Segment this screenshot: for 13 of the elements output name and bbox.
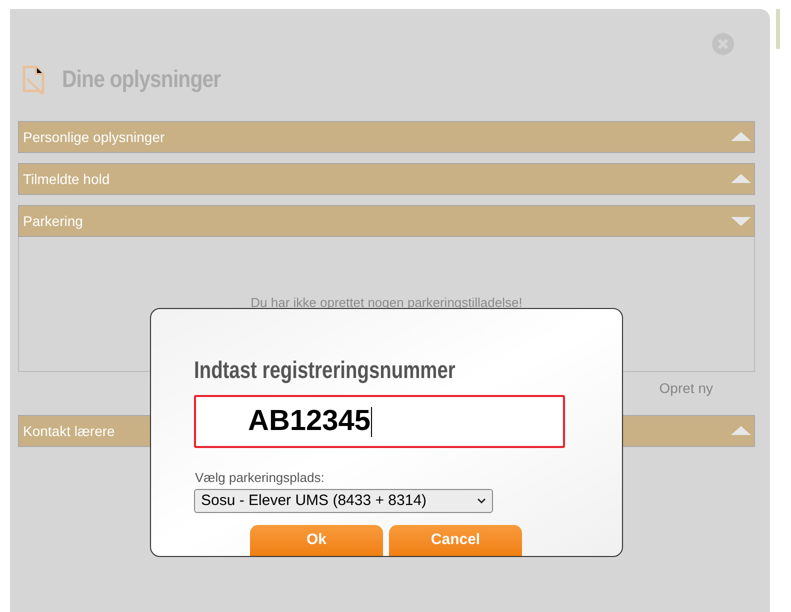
empty-message: Du har ikke oprettet nogen parkeringstilladelse! xyxy=(250,294,522,312)
accordion-header[interactable]: Parkering xyxy=(18,205,755,237)
create-new-link[interactable]: Opret ny xyxy=(659,378,713,399)
cancel-button[interactable]: Cancel xyxy=(389,525,522,556)
document-icon xyxy=(22,65,46,95)
accordion-header[interactable]: Personlige oplysninger xyxy=(18,121,755,153)
chevron-icon xyxy=(477,498,486,504)
registration-input[interactable]: AB12345 xyxy=(194,395,565,448)
ok-button[interactable]: Ok xyxy=(250,525,383,556)
accordion-header[interactable]: Tilmeldte hold xyxy=(18,163,755,195)
select-label: Vælg parkeringsplads: xyxy=(195,469,324,487)
dialog-title: Indtast registreringsnummer xyxy=(194,356,456,386)
parking-select[interactable]: Sosu - Elever UMS (8433 + 8314) xyxy=(194,488,493,513)
